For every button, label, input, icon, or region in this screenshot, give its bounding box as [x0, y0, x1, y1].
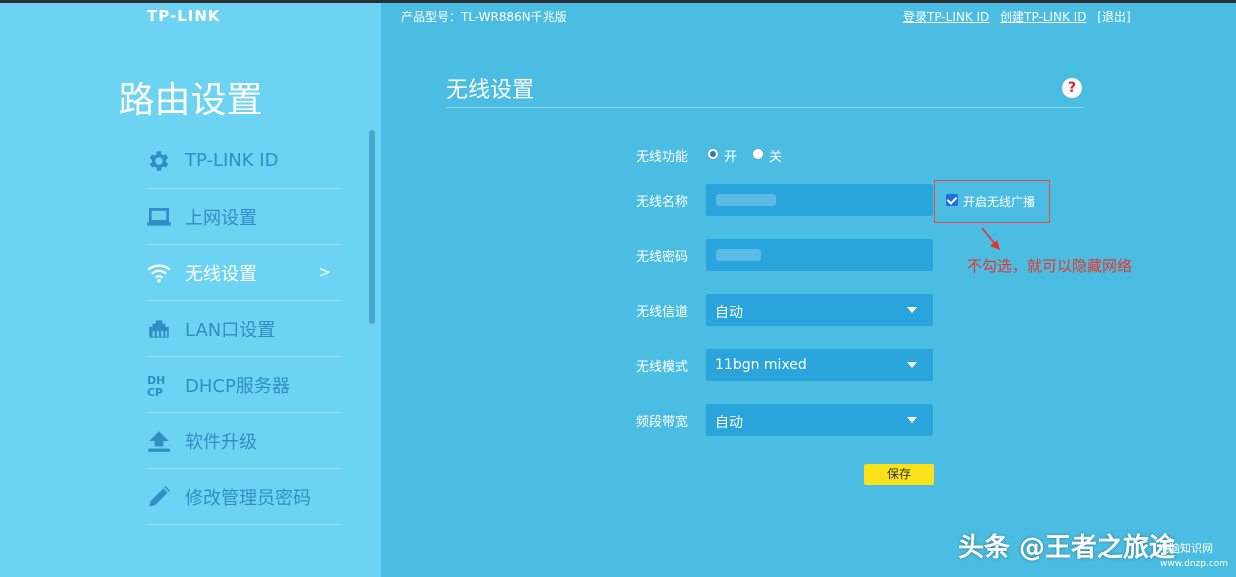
annotation-text: 不勾选，就可以隐藏网络 — [967, 257, 1133, 275]
bandwidth-select[interactable]: 自动 — [706, 404, 933, 436]
bandwidth-value: 自动 — [715, 415, 743, 431]
sidebar-item-label: 软件升级 — [185, 431, 257, 453]
help-icon[interactable]: ? — [1062, 78, 1082, 98]
bandwidth-label: 频段带宽 — [636, 415, 689, 430]
sidebar-item-dhcp[interactable]: DH CP DHCP服务器 — [147, 357, 341, 413]
logout-link[interactable]: [退出] — [1097, 10, 1130, 24]
sidebar-item-admin-password[interactable]: 修改管理员密码 — [147, 469, 341, 525]
header-links: 登录TP-LINK ID 创建TP-LINK ID [退出] — [903, 8, 1138, 25]
watermark-url: www.dnzp.com — [1160, 559, 1229, 569]
sidebar: TP-LINK 路由设置 TP-LINK ID 上网设置 无线设置 > LAN口… — [0, 3, 381, 577]
ssid-label: 无线名称 — [636, 195, 689, 210]
page-title: 无线设置 — [446, 78, 535, 103]
sidebar-item-tplink-id[interactable]: TP-LINK ID — [147, 133, 341, 189]
wireless-function-label: 无线功能 — [636, 150, 689, 165]
gear-icon — [146, 148, 172, 174]
sidebar-item-lan[interactable]: LAN口设置 — [147, 301, 341, 357]
wireless-on-radio[interactable] — [707, 148, 719, 160]
wireless-on-label: 开 — [724, 150, 738, 165]
upload-icon — [146, 428, 172, 454]
sidebar-item-upgrade[interactable]: 软件升级 — [147, 413, 341, 469]
sidebar-title: 路由设置 — [118, 80, 263, 121]
create-tplink-id-link[interactable]: 创建TP-LINK ID — [1000, 10, 1086, 24]
sidebar-item-label: LAN口设置 — [185, 319, 276, 341]
sidebar-item-label: 修改管理员密码 — [185, 487, 311, 509]
redacted-password — [716, 249, 761, 261]
sidebar-item-internet[interactable]: 上网设置 — [147, 189, 341, 245]
password-input[interactable] — [706, 239, 933, 271]
svg-text:CP: CP — [147, 385, 163, 397]
caret-down-icon — [907, 307, 917, 313]
sidebar-item-label: TP-LINK ID — [185, 150, 279, 171]
watermark-site: 电脑知识网 — [1158, 542, 1213, 555]
save-button[interactable]: 保存 — [864, 464, 934, 485]
sidebar-scrollbar[interactable] — [369, 130, 375, 324]
chevron-right-icon: > — [318, 263, 331, 281]
wireless-off-radio[interactable] — [752, 148, 764, 160]
broadcast-label: 开启无线广播 — [963, 195, 1036, 209]
sidebar-item-label: 无线设置 — [185, 263, 257, 285]
channel-label: 无线信道 — [636, 305, 689, 320]
sidebar-item-label: 上网设置 — [185, 207, 257, 229]
login-tplink-id-link[interactable]: 登录TP-LINK ID — [903, 10, 989, 24]
mode-value: 11bgn mixed — [715, 357, 807, 373]
title-divider — [446, 107, 1084, 108]
caret-down-icon — [907, 417, 917, 423]
channel-select[interactable]: 自动 — [706, 294, 933, 326]
redacted-ssid — [716, 194, 776, 206]
wifi-icon — [146, 260, 172, 286]
mode-select[interactable]: 11bgn mixed — [706, 349, 933, 381]
watermark-text: 头条 @王者之旅途 — [958, 533, 1176, 563]
ssid-input[interactable] — [706, 184, 933, 216]
laptop-icon — [146, 204, 172, 230]
password-label: 无线密码 — [636, 250, 689, 265]
sidebar-item-label: DHCP服务器 — [185, 375, 290, 397]
mode-label: 无线模式 — [636, 360, 689, 375]
channel-value: 自动 — [715, 305, 743, 321]
model-label: 产品型号：TL-WR886N千兆版 — [401, 10, 567, 24]
tplink-logo: TP-LINK — [147, 7, 221, 25]
dhcp-icon: DH CP — [146, 372, 172, 397]
caret-down-icon — [907, 362, 917, 368]
annotation-arrow-icon — [981, 227, 1000, 250]
sidebar-menu: TP-LINK ID 上网设置 无线设置 > LAN口设置 DHCP DHCP — [147, 133, 341, 525]
pencil-icon — [146, 484, 172, 510]
wireless-off-label: 关 — [769, 150, 783, 165]
broadcast-checkbox[interactable] — [946, 194, 958, 206]
lan-port-icon — [146, 316, 172, 342]
sidebar-item-wireless[interactable]: 无线设置 > — [147, 245, 341, 301]
